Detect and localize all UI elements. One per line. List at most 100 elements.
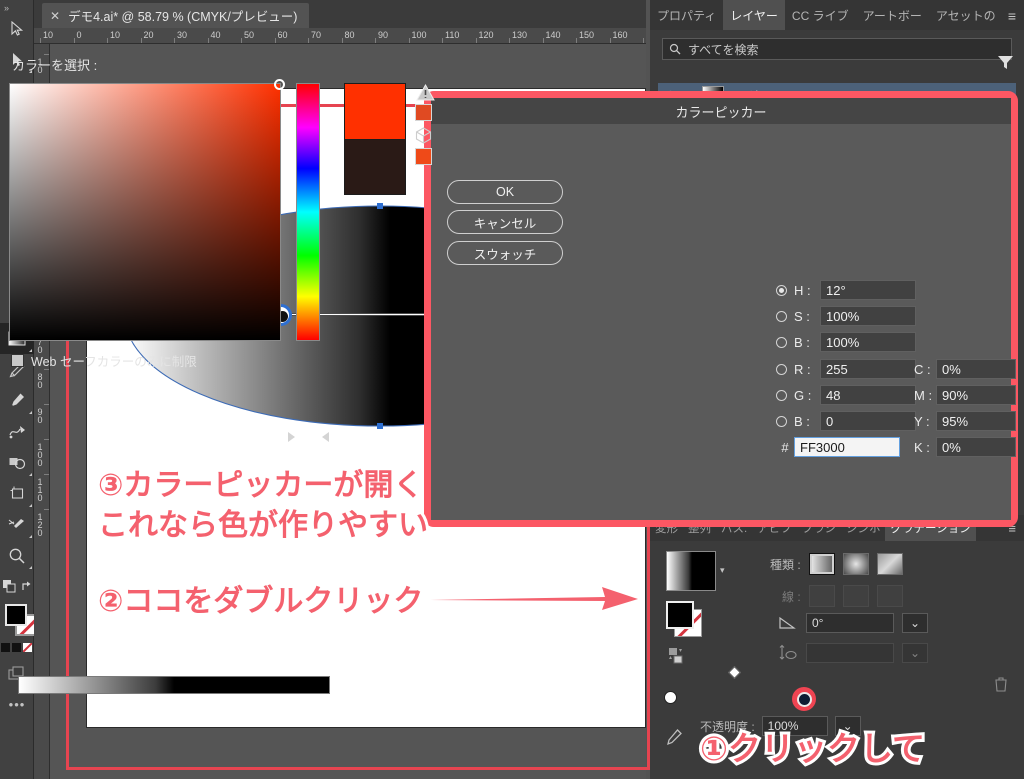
gradient-preset-chevron-icon[interactable]: ▾ — [720, 565, 725, 576]
red-input[interactable]: 255 — [820, 359, 916, 379]
green-input[interactable]: 48 — [820, 385, 916, 405]
selection-tool[interactable] — [0, 13, 34, 44]
tab-cc-libraries[interactable]: CC ライブ — [785, 0, 856, 30]
knife-tool[interactable] — [0, 509, 34, 540]
saturation-brightness-field[interactable] — [9, 83, 281, 341]
hue-slider[interactable] — [296, 83, 320, 341]
tab-artboards[interactable]: アートボー — [856, 0, 929, 30]
fill-stroke-swatches[interactable] — [0, 602, 34, 640]
gradient-aspect-dropdown[interactable]: ⌄ — [902, 643, 928, 663]
green-radio[interactable] — [776, 390, 787, 401]
green-row[interactable]: G : 48 — [776, 384, 916, 406]
black-input[interactable]: 0% — [936, 437, 1016, 457]
gradient-slider-track[interactable] — [18, 676, 330, 694]
toolbar-collapse-button[interactable]: » — [0, 0, 33, 13]
saturation-row[interactable]: S : 100% — [776, 305, 916, 327]
edit-toolbar-button[interactable] — [0, 571, 19, 602]
search-icon — [669, 43, 681, 55]
tab-properties[interactable]: プロパティ — [650, 0, 723, 30]
black-row[interactable]: K : 0% — [914, 436, 1016, 458]
gradient-aspect-input[interactable] — [806, 643, 894, 663]
document-tab[interactable]: ✕ デモ4.ai* @ 58.79 % (CMYK/プレビュー) — [42, 3, 309, 28]
magenta-input[interactable]: 90% — [936, 385, 1016, 405]
gradient-angle-dropdown[interactable]: ⌄ — [902, 613, 928, 633]
ruler-tick — [208, 38, 209, 43]
websafe-checkbox[interactable] — [11, 354, 24, 367]
yellow-row[interactable]: Y : 95% — [914, 410, 1016, 432]
close-icon[interactable]: ✕ — [50, 9, 60, 23]
zoom-tool[interactable] — [0, 540, 34, 571]
color-mode-buttons[interactable] — [0, 640, 33, 652]
radial-gradient-button[interactable] — [843, 553, 869, 575]
swatch-button[interactable]: スウォッチ — [447, 241, 563, 265]
gradient-stop-selected[interactable] — [792, 687, 816, 711]
cyan-label: C : — [914, 362, 936, 377]
cyan-row[interactable]: C : 0% — [914, 358, 1016, 380]
cancel-button[interactable]: キャンセル — [447, 210, 563, 234]
stroke-apply-along-button[interactable] — [877, 585, 903, 607]
saturation-input[interactable]: 100% — [820, 306, 916, 326]
delete-stop-icon[interactable] — [994, 676, 1008, 697]
horizontal-ruler[interactable]: 1001020304050607080901001101201301401501… — [34, 28, 646, 44]
shape-builder-tool[interactable] — [0, 447, 34, 478]
swap-fill-stroke-button[interactable] — [19, 571, 33, 602]
previous-color-swatch[interactable] — [344, 139, 406, 195]
none-button[interactable] — [23, 643, 32, 652]
web-safe-warning-icon[interactable] — [415, 127, 432, 149]
gradient-preview-swatch[interactable] — [666, 551, 716, 591]
tab-asset-export[interactable]: アセットの — [929, 0, 1003, 30]
gradient-button[interactable] — [12, 643, 21, 652]
gradient-fill-swatch[interactable] — [666, 601, 694, 629]
annotation-step1: ①クリックして — [700, 722, 925, 770]
out-of-gamut-warning-icon[interactable] — [416, 84, 435, 106]
blend-tool[interactable] — [0, 416, 34, 447]
toolbar-more-label: ••• — [9, 697, 26, 712]
red-radio[interactable] — [776, 364, 787, 375]
ruler-tick-label: 30 — [177, 30, 187, 40]
eyedropper-panel-icon[interactable] — [664, 728, 684, 753]
gradient-type-label: 種類 : — [770, 556, 801, 573]
magenta-row[interactable]: M : 90% — [914, 384, 1016, 406]
ruler-tick — [107, 38, 108, 43]
blue-radio[interactable] — [776, 416, 787, 427]
hue-row[interactable]: H : 12° — [776, 279, 916, 301]
hex-row[interactable]: # FF3000 — [776, 436, 900, 458]
gradient-angle-row: 0° ⌄ — [778, 613, 928, 633]
artboard-tool[interactable] — [0, 478, 34, 509]
saturation-radio[interactable] — [776, 311, 787, 322]
gradient-color-mode-icons[interactable] — [668, 647, 690, 670]
eyedropper-tool[interactable] — [0, 385, 34, 416]
gradient-stop-start[interactable] — [664, 691, 677, 704]
websafe-checkbox-row[interactable]: Web セーフカラーのみに制限 — [11, 351, 197, 370]
panel-menu-icon[interactable]: ≡ — [1008, 8, 1016, 24]
ok-button[interactable]: OK — [447, 180, 563, 204]
fill-swatch[interactable] — [5, 604, 27, 626]
gradient-fill-stroke-swatches[interactable] — [664, 599, 720, 645]
stroke-apply-across-button[interactable] — [843, 585, 869, 607]
aspect-ratio-icon — [778, 644, 798, 662]
color-button[interactable] — [1, 643, 10, 652]
web-safe-swatch[interactable] — [415, 148, 432, 165]
hex-input[interactable]: FF3000 — [794, 437, 900, 457]
brightness-input[interactable]: 100% — [820, 332, 916, 352]
hue-input[interactable]: 12° — [820, 280, 916, 300]
ruler-tick — [543, 38, 544, 43]
red-row[interactable]: R : 255 — [776, 358, 916, 380]
linear-gradient-button[interactable] — [809, 553, 835, 575]
blue-row[interactable]: B : 0 — [776, 410, 916, 432]
color-field-marker[interactable] — [274, 79, 285, 90]
hue-radio[interactable] — [776, 285, 787, 296]
yellow-input[interactable]: 95% — [936, 411, 1016, 431]
tab-layers[interactable]: レイヤー — [723, 0, 785, 30]
filter-icon[interactable] — [997, 55, 1014, 75]
ruler-tick-label: 100 — [412, 30, 427, 40]
brightness-row[interactable]: B : 100% — [776, 331, 916, 353]
gradient-angle-input[interactable]: 0° — [806, 613, 894, 633]
blue-input[interactable]: 0 — [820, 411, 916, 431]
brightness-radio[interactable] — [776, 337, 787, 348]
freeform-gradient-button[interactable] — [877, 553, 903, 575]
cyan-input[interactable]: 0% — [936, 359, 1016, 379]
out-of-gamut-swatch[interactable] — [415, 104, 432, 121]
stroke-apply-within-button[interactable] — [809, 585, 835, 607]
layer-search-input[interactable]: すべてを検索 — [662, 38, 1012, 60]
